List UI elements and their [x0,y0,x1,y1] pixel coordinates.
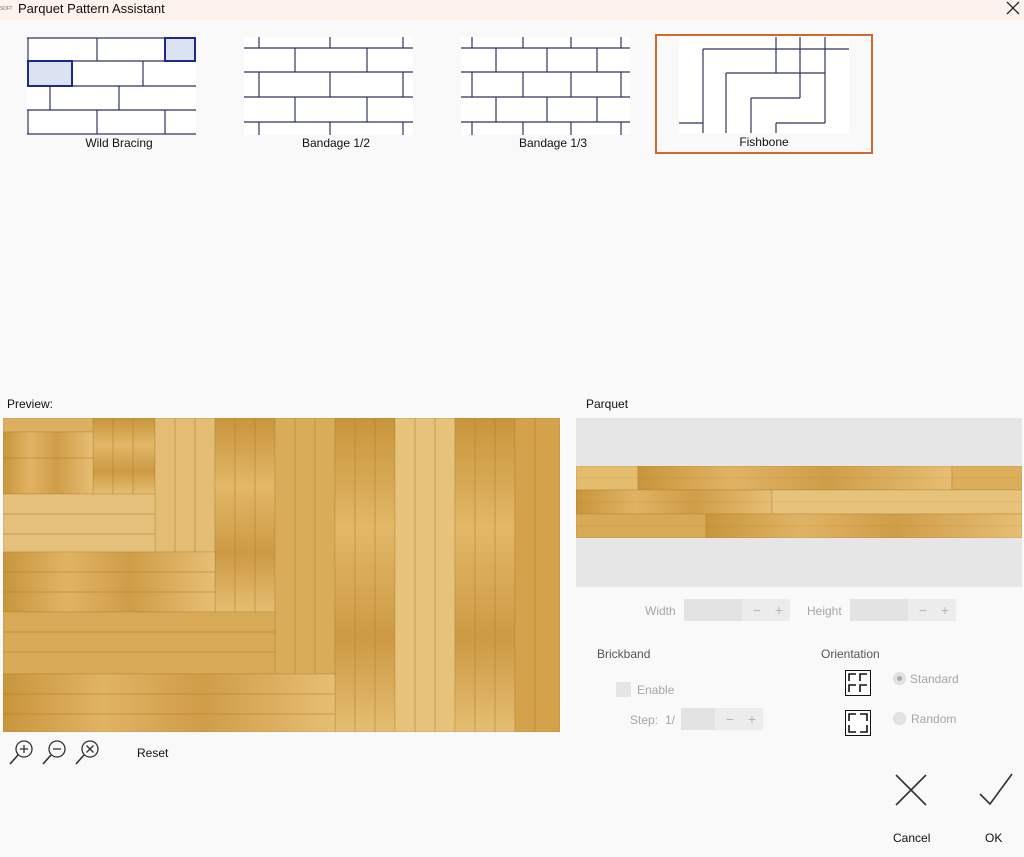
standard-label: Standard [910,672,959,686]
preview-canvas[interactable] [3,418,560,732]
width-increment-button[interactable]: + [768,599,790,621]
standard-radio[interactable] [893,672,906,685]
ok-check-icon[interactable] [976,770,1016,810]
width-input[interactable] [684,599,742,621]
step-decrement-button[interactable]: − [719,708,741,730]
pattern-label: Bandage 1/3 [518,136,588,150]
orientation-label: Orientation [821,647,880,661]
height-increment-button[interactable]: + [934,599,956,621]
app-icon: SOFT [0,6,13,12]
bandage-third-thumbnail [461,37,630,135]
random-label: Random [911,712,957,726]
bandage-half-thumbnail [244,37,413,135]
parquet-label: Parquet [586,397,629,411]
random-radio[interactable] [893,712,906,725]
pattern-bandage-half[interactable]: Bandage 1/2 [227,34,445,154]
parquet-texture-panel [576,418,1022,587]
enable-label: Enable [637,683,675,697]
pattern-bandage-third[interactable]: Bandage 1/3 [444,34,662,154]
pattern-label: Fishbone [739,135,789,149]
zoom-out-icon[interactable] [41,738,69,766]
orientation-random-icon [845,710,871,736]
width-label: Width [645,604,676,618]
wild-bracing-thumbnail [27,37,196,135]
fishbone-thumbnail [679,37,849,133]
cancel-button[interactable]: Cancel [893,831,930,845]
step-label: Step: [630,713,659,727]
step-input[interactable] [681,708,715,730]
width-decrement-button[interactable]: − [746,599,768,621]
parquet-texture [576,466,1022,538]
height-spinbox: − + [850,599,956,621]
reset-button[interactable]: Reset [137,746,168,760]
pattern-label: Bandage 1/2 [301,136,371,150]
height-input[interactable] [850,599,908,621]
height-decrement-button[interactable]: − [912,599,934,621]
window-title: Parquet Pattern Assistant [18,1,165,16]
zoom-fit-icon[interactable] [74,738,102,766]
brickband-enable-checkbox[interactable] [616,682,631,697]
pattern-label: Wild Bracing [85,136,153,150]
ok-button[interactable]: OK [985,831,1002,845]
pattern-fishbone[interactable]: Fishbone [655,34,873,154]
height-label: Height [807,604,842,618]
step-increment-button[interactable]: + [741,708,763,730]
title-bar: SOFT Parquet Pattern Assistant [0,0,1024,20]
step-prefix: 1/ [665,713,676,727]
width-spinbox: − + [684,599,790,621]
orientation-standard-icon [845,670,871,696]
close-icon[interactable] [1000,0,1024,18]
step-spinbox: − + [681,708,763,730]
preview-label: Preview: [7,397,54,411]
pattern-wild-bracing[interactable]: Wild Bracing [10,34,228,154]
cancel-x-icon[interactable] [891,770,931,810]
brickband-label: Brickband [597,647,651,661]
zoom-in-icon[interactable] [8,738,36,766]
radio-dot [897,676,902,681]
